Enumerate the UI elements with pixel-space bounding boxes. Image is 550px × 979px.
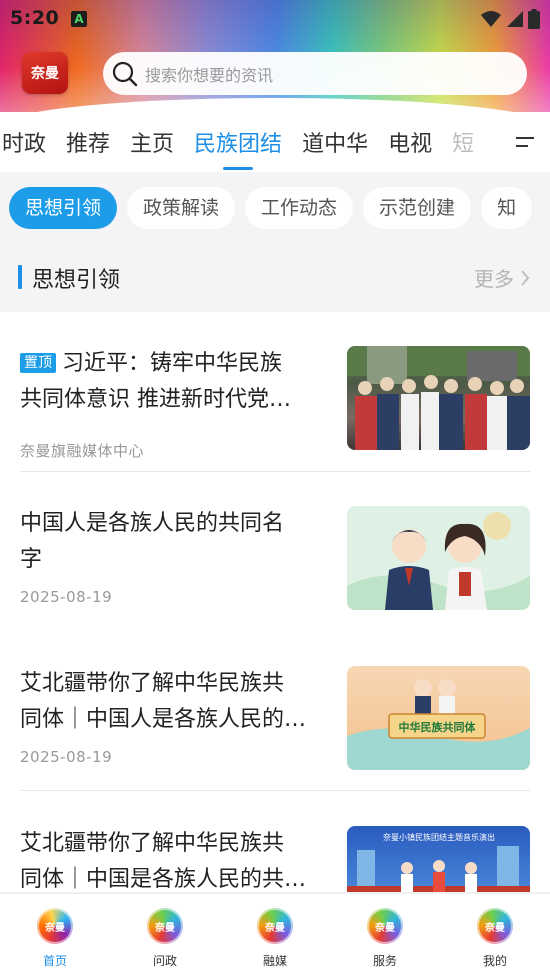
home-icon: 奈曼 xyxy=(37,908,73,944)
sub-tab-gongzuo-dongtai[interactable]: 工作动态 xyxy=(245,187,354,229)
rongmei-icon: 奈曼 xyxy=(257,908,293,944)
search-input[interactable]: 搜索你想要的资讯 xyxy=(103,52,527,95)
thumb-banner-text: 奈曼小镇民族团结主题音乐演出 xyxy=(383,832,495,842)
nav-home[interactable]: 奈曼 首页 xyxy=(0,894,110,979)
battery-icon xyxy=(528,9,540,29)
news-item[interactable]: 艾北疆带你了解中华民族共 同体｜中国人是各族人民的… 2025-08-19 中华… xyxy=(20,666,530,792)
section-title: 思想引领 xyxy=(32,268,121,293)
status-bar: 5:20 A xyxy=(0,0,550,38)
sub-tab-sixiang-yinling[interactable]: 思想引领 xyxy=(9,187,118,229)
category-row: 时政 推荐 主页 民族团结 道中华 电视 短 xyxy=(0,122,494,170)
banner-illustration: 中华民族共同体 xyxy=(347,679,530,770)
news-title: 置顶 习近平：铸牢中华民族 共同体意识 推进新时代党… xyxy=(20,346,330,418)
nav-label-rongmei: 融媒 xyxy=(262,954,287,968)
tab-zhuye[interactable]: 主页 xyxy=(130,126,174,158)
nav-label-wenzheng: 问政 xyxy=(152,954,177,968)
pinned-badge: 置顶 xyxy=(20,353,56,373)
tab-tuijian[interactable]: 推荐 xyxy=(66,126,110,158)
nav-label-fuwu: 服务 xyxy=(372,954,397,968)
news-item[interactable]: 艾北疆带你了解中华民族共 同体｜中国是各族人民的共… 奈曼小镇民族团结主题音乐演… xyxy=(20,826,530,892)
tab-daozhonghua[interactable]: 道中华 xyxy=(302,126,368,158)
search-placeholder: 搜索你想要的资讯 xyxy=(145,65,274,85)
more-link[interactable]: 更多 xyxy=(474,263,530,292)
news-title-line2: 共同体意识 推进新时代党… xyxy=(20,387,291,412)
notification-app-icon: A xyxy=(71,11,87,27)
app-logo[interactable]: 奈曼 xyxy=(22,52,68,94)
crowd-photo-illustration xyxy=(347,346,530,450)
nav-label-home: 首页 xyxy=(42,954,67,968)
news-thumbnail: 中华民族共同体 xyxy=(347,666,530,770)
cartoon-couple-illustration xyxy=(347,512,530,610)
news-source: 奈曼旗融媒体中心 xyxy=(20,442,145,460)
news-title-line1: 习近平：铸牢中华民族 xyxy=(62,351,283,376)
news-thumbnail xyxy=(347,506,530,610)
sub-tab-shifan-chuangjian[interactable]: 示范创建 xyxy=(363,187,472,229)
news-title-line1: 艾北疆带你了解中华民族共 xyxy=(20,671,285,696)
news-divider xyxy=(20,790,530,791)
nav-wenzheng[interactable]: 奈曼 问政 xyxy=(110,894,220,979)
news-title-line2: 同体｜中国人是各族人民的… xyxy=(20,707,307,732)
wifi-icon xyxy=(481,11,501,27)
news-title-line1: 中国人是各族人民的共同名 xyxy=(20,511,285,536)
tab-dianshi[interactable]: 电视 xyxy=(388,126,432,158)
status-time: 5:20 xyxy=(10,7,60,29)
mine-icon: 奈曼 xyxy=(477,908,513,944)
category-tabs: 时政 推荐 主页 民族团结 道中华 电视 短 xyxy=(0,98,550,172)
sub-tab-row: 思想引领 政策解读 工作动态 示范创建 知 xyxy=(9,187,533,229)
news-title: 中国人是各族人民的共同名 字 xyxy=(20,506,330,578)
news-title-line1: 艾北疆带你了解中华民族共 xyxy=(20,831,285,856)
sub-tab-zhi[interactable]: 知 xyxy=(481,187,533,229)
nav-mine[interactable]: 奈曼 我的 xyxy=(440,894,550,979)
news-item[interactable]: 中国人是各族人民的共同名 字 2025-08-19 xyxy=(20,506,530,632)
nav-label-mine: 我的 xyxy=(482,954,507,968)
tab-shizheng[interactable]: 时政 xyxy=(2,126,46,158)
wenzheng-icon: 奈曼 xyxy=(147,908,183,944)
news-divider xyxy=(20,471,530,472)
news-thumbnail xyxy=(347,346,530,450)
tabs-fade xyxy=(466,120,500,164)
news-title-line2: 字 xyxy=(20,547,43,572)
status-icons xyxy=(480,9,540,29)
fuwu-icon: 奈曼 xyxy=(367,908,403,944)
signal-icon xyxy=(507,11,523,27)
news-item[interactable]: 置顶 习近平：铸牢中华民族 共同体意识 推进新时代党… 奈曼旗融媒体中心 xyxy=(20,346,530,472)
active-tab-indicator xyxy=(223,167,254,170)
nav-rongmei[interactable]: 奈曼 融媒 xyxy=(220,894,330,979)
menu-icon xyxy=(516,137,534,147)
news-thumbnail: 奈曼小镇民族团结主题音乐演出 xyxy=(347,826,530,892)
nav-fuwu[interactable]: 奈曼 服务 xyxy=(330,894,440,979)
search-icon xyxy=(112,61,138,86)
thumb-banner-text: 中华民族共同体 xyxy=(399,720,477,734)
sub-tabs: 思想引领 政策解读 工作动态 示范创建 知 xyxy=(0,172,550,242)
bottom-nav: 奈曼 首页 奈曼 问政 奈曼 融媒 奈曼 服务 奈曼 我的 xyxy=(0,893,550,979)
tab-minzu-tuanjie[interactable]: 民族团结 xyxy=(194,126,283,170)
chevron-right-icon xyxy=(521,269,530,286)
more-label: 更多 xyxy=(474,267,514,291)
news-list: 置顶 习近平：铸牢中华民族 共同体意识 推进新时代党… 奈曼旗融媒体中心 中国人… xyxy=(0,312,550,892)
sub-tab-zhengce-jiedu[interactable]: 政策解读 xyxy=(127,187,236,229)
news-date: 2025-08-19 xyxy=(20,588,113,606)
news-title: 艾北疆带你了解中华民族共 同体｜中国是各族人民的共… xyxy=(20,826,330,892)
news-title-line2: 同体｜中国是各族人民的共… xyxy=(20,867,307,892)
tab-minzu-tuanjie-label: 民族团结 xyxy=(194,132,283,157)
logo-text: 奈曼 xyxy=(31,66,59,82)
news-date: 2025-08-19 xyxy=(20,748,113,766)
category-menu-button[interactable] xyxy=(500,112,550,172)
stage-performance-illustration: 奈曼小镇民族团结主题音乐演出 xyxy=(347,832,530,892)
news-title: 艾北疆带你了解中华民族共 同体｜中国人是各族人民的… xyxy=(20,666,330,738)
section-accent-bar xyxy=(18,265,22,289)
